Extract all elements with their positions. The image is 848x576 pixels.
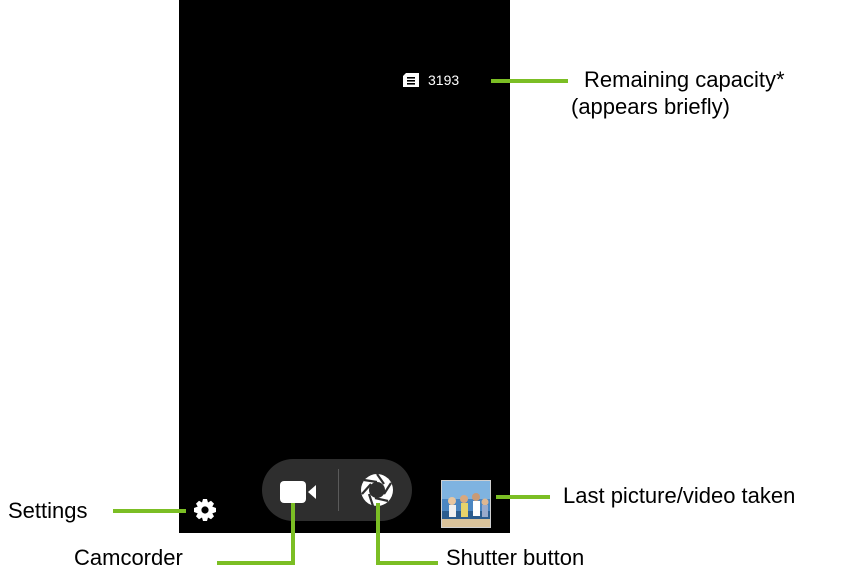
- camera-viewfinder: [179, 0, 510, 533]
- callout-camcorder: Camcorder: [74, 545, 183, 570]
- callout-line-settings: [113, 509, 186, 513]
- capacity-count: 3193: [428, 72, 460, 88]
- callout-line-capacity: [491, 79, 568, 83]
- last-capture-thumbnail[interactable]: [441, 480, 491, 528]
- callout-line-shutter-horizontal: [376, 561, 438, 565]
- callout-remaining-capacity-note: (appears briefly): [571, 94, 730, 119]
- callout-remaining-capacity: Remaining capacity*: [584, 67, 785, 92]
- pill-divider: [338, 469, 339, 511]
- callout-line-last-picture: [496, 495, 550, 499]
- settings-icon[interactable]: [193, 498, 217, 522]
- callout-line-camcorder-vertical: [291, 503, 295, 564]
- callout-line-shutter-vertical: [376, 503, 380, 564]
- remaining-capacity-indicator: 3193: [403, 71, 459, 89]
- callout-line-camcorder-horizontal: [217, 561, 295, 565]
- callout-last-picture: Last picture/video taken: [563, 483, 796, 508]
- camcorder-icon[interactable]: [280, 480, 320, 504]
- sd-card-icon: [403, 73, 419, 87]
- callout-settings: Settings: [8, 498, 88, 523]
- callout-shutter-button: Shutter button: [446, 545, 585, 570]
